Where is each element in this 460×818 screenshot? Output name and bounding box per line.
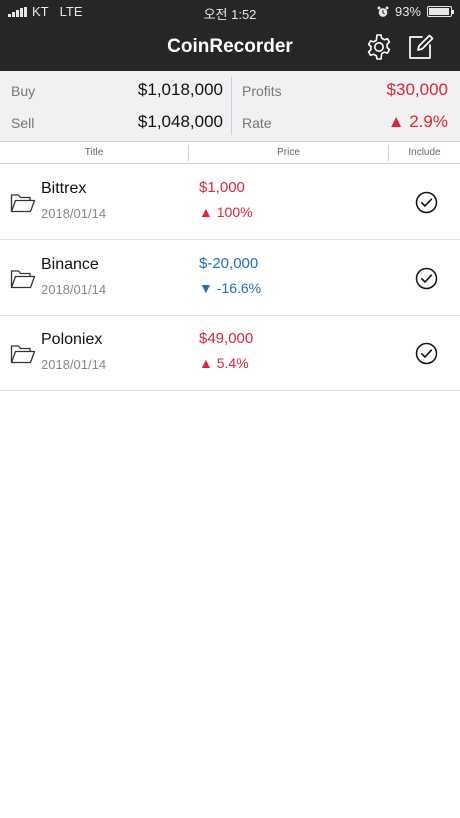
exchange-date: 2018/01/14 xyxy=(41,357,107,372)
exchange-row[interactable]: Bittrex 2018/01/14 $1,000 ▲ 100% xyxy=(0,165,460,240)
exchange-row[interactable]: Binance 2018/01/14 $-20,000 ▼ -16.6% xyxy=(0,241,460,316)
exchange-rate: ▲ 5.4% xyxy=(199,355,249,371)
include-check-icon[interactable] xyxy=(415,191,438,214)
include-check-icon[interactable] xyxy=(415,267,438,290)
settings-button[interactable] xyxy=(364,32,394,62)
exchange-row[interactable]: Poloniex 2018/01/14 $49,000 ▲ 5.4% xyxy=(0,316,460,391)
sell-value: $1,048,000 xyxy=(137,112,223,131)
folder-icon xyxy=(10,270,36,289)
column-header: Title Price Include xyxy=(0,142,460,164)
profits-value: $30,000 xyxy=(386,80,448,99)
column-title: Title xyxy=(84,147,104,158)
profits-label: Profits xyxy=(242,83,282,99)
exchange-rate: ▼ -16.6% xyxy=(199,280,262,296)
include-check-icon[interactable] xyxy=(415,342,438,365)
buy-value: $1,018,000 xyxy=(137,80,223,99)
buy-label: Buy xyxy=(11,83,36,99)
folder-icon xyxy=(10,194,36,213)
profits-row: Profits $30,000 xyxy=(242,79,448,103)
buy-row: Buy $1,018,000 xyxy=(11,79,223,103)
exchange-name: Binance xyxy=(41,256,99,273)
exchange-rate: ▲ 100% xyxy=(199,204,253,220)
sell-label: Sell xyxy=(11,115,35,131)
summary-panel: Buy $1,018,000 Sell $1,048,000 Profits $… xyxy=(0,71,460,142)
rate-row: Rate ▲ 2.9% xyxy=(242,111,448,135)
battery-icon xyxy=(427,6,454,17)
exchange-date: 2018/01/14 xyxy=(41,206,107,221)
compose-button[interactable] xyxy=(405,32,435,62)
column-include: Include xyxy=(408,147,441,158)
column-price: Price xyxy=(277,147,300,158)
folder-icon xyxy=(10,345,36,364)
rate-value: ▲ 2.9% xyxy=(387,112,448,131)
alarm-icon xyxy=(377,6,389,17)
exchange-price: $49,000 xyxy=(199,330,254,347)
exchange-price: $1,000 xyxy=(199,179,245,196)
exchange-date: 2018/01/14 xyxy=(41,282,107,297)
rate-label: Rate xyxy=(242,115,272,131)
status-bar: KT LTE 오전 1:52 93% xyxy=(0,0,460,24)
exchange-price: $-20,000 xyxy=(199,255,259,272)
battery-percent: 93% xyxy=(394,4,421,19)
exchange-name: Poloniex xyxy=(41,331,103,348)
exchange-name: Bittrex xyxy=(41,180,87,197)
summary-divider xyxy=(231,77,232,135)
top-bar: KT LTE 오전 1:52 93% CoinRecorder xyxy=(0,0,460,71)
gear-icon xyxy=(367,34,391,60)
sell-row: Sell $1,048,000 xyxy=(11,111,223,135)
compose-icon xyxy=(409,34,434,59)
